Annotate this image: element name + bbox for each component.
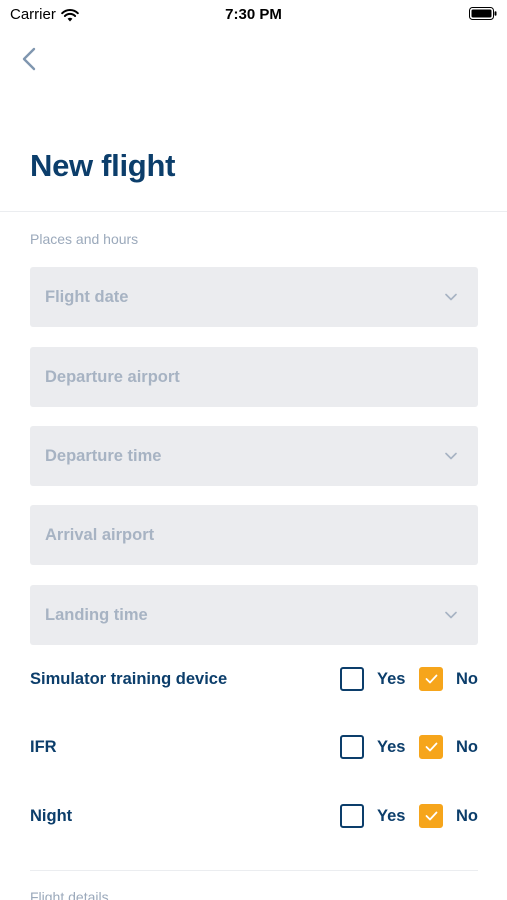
chevron-down-icon (445, 452, 457, 460)
section-divider (30, 870, 478, 871)
field-placeholder: Flight date (45, 287, 129, 306)
ifr-toggle-row: IFR Yes No (30, 733, 478, 761)
flight-date-field[interactable]: Flight date (30, 267, 478, 327)
back-button[interactable] (16, 44, 42, 74)
field-placeholder: Departure time (45, 446, 162, 465)
chevron-down-icon (445, 611, 457, 619)
toggle-label: Night (30, 806, 73, 825)
arrival-airport-field[interactable]: Arrival airport (30, 505, 478, 565)
title-divider (0, 211, 507, 212)
yes-label: Yes (377, 737, 406, 756)
yes-label: Yes (377, 669, 406, 688)
battery-icon (469, 7, 497, 20)
section-label-details: Flight details (30, 889, 109, 900)
yes-checkbox[interactable] (340, 735, 364, 759)
field-placeholder: Landing time (45, 605, 148, 624)
field-placeholder: Departure airport (45, 367, 180, 386)
section-label-places: Places and hours (30, 231, 139, 247)
no-label: No (456, 669, 478, 688)
no-checkbox[interactable] (419, 667, 443, 691)
status-bar: Carrier 7:30 PM (0, 0, 507, 28)
yes-label: Yes (377, 806, 406, 825)
departure-airport-field[interactable]: Departure airport (30, 347, 478, 407)
yes-checkbox[interactable] (340, 667, 364, 691)
night-toggle-row: Night Yes No (30, 802, 478, 830)
toggle-label: Simulator training device (30, 669, 228, 688)
simulator-yes-option[interactable]: Yes (340, 667, 406, 691)
ifr-no-option[interactable]: No (419, 735, 478, 759)
simulator-toggle-row: Simulator training device Yes No (30, 665, 478, 693)
no-checkbox[interactable] (419, 735, 443, 759)
landing-time-field[interactable]: Landing time (30, 585, 478, 645)
check-icon (425, 742, 437, 752)
check-icon (425, 811, 437, 821)
no-checkbox[interactable] (419, 804, 443, 828)
page-title: New flight (30, 148, 176, 183)
chevron-down-icon (445, 293, 457, 301)
toggle-label: IFR (30, 737, 57, 756)
night-yes-option[interactable]: Yes (340, 804, 406, 828)
night-no-option[interactable]: No (419, 804, 478, 828)
check-icon (425, 674, 437, 684)
chevron-left-icon (22, 47, 36, 71)
field-placeholder: Arrival airport (45, 525, 155, 544)
no-label: No (456, 806, 478, 825)
ifr-yes-option[interactable]: Yes (340, 735, 406, 759)
simulator-no-option[interactable]: No (419, 667, 478, 691)
departure-time-field[interactable]: Departure time (30, 426, 478, 486)
yes-checkbox[interactable] (340, 804, 364, 828)
no-label: No (456, 737, 478, 756)
status-time: 7:30 PM (225, 6, 282, 23)
